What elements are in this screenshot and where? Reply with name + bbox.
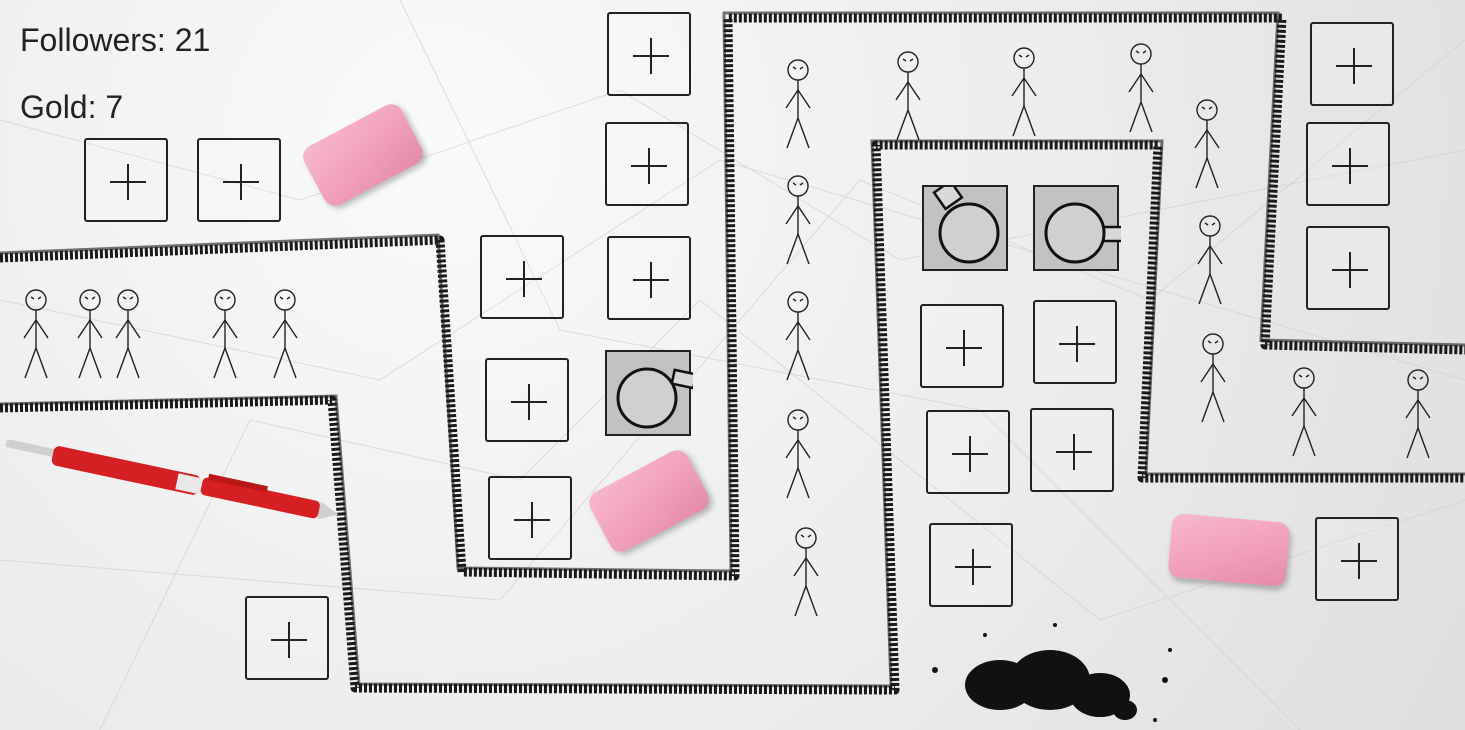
empty-tower-slot[interactable] [929, 523, 1013, 607]
empty-tower-slot[interactable] [920, 304, 1004, 388]
empty-tower-slot[interactable] [605, 122, 689, 206]
stickman-icon [1011, 47, 1037, 137]
empty-tower-slot[interactable] [1306, 226, 1390, 310]
empty-tower-slot[interactable] [480, 235, 564, 319]
coffee-mug-icon [1044, 202, 1121, 264]
stickman-icon [272, 289, 298, 379]
stickman-icon [785, 409, 811, 499]
empty-tower-slot[interactable] [607, 12, 691, 96]
stickman-icon [1128, 43, 1154, 133]
stickman-icon [1405, 369, 1431, 459]
empty-tower-slot[interactable] [1033, 300, 1117, 384]
gold-counter: Gold: 7 [20, 89, 124, 125]
stickman-icon [793, 527, 819, 617]
stickman-icon [1194, 99, 1220, 189]
empty-tower-slot[interactable] [607, 236, 691, 320]
stickman-icon [785, 59, 811, 149]
empty-tower-slot[interactable] [245, 596, 329, 680]
followers-counter: Followers: 21 [20, 22, 211, 58]
stickman-icon [1291, 367, 1317, 457]
stickman-icon [212, 289, 238, 379]
empty-tower-slot[interactable] [1310, 22, 1394, 106]
empty-tower-slot[interactable] [1306, 122, 1390, 206]
coffee-mug-icon [616, 367, 693, 429]
coffee-mug-tower[interactable] [1033, 185, 1121, 271]
empty-tower-slot[interactable] [488, 476, 572, 560]
game-board: Followers: 21 Gold: 7 [0, 0, 1465, 730]
empty-tower-slot[interactable] [926, 410, 1010, 494]
empty-tower-slot[interactable] [197, 138, 281, 222]
stickman-icon [1200, 333, 1226, 423]
stickman-icon [785, 291, 811, 381]
stickman-icon [115, 289, 141, 379]
coffee-mug-tower[interactable] [922, 185, 1008, 271]
stickman-icon [23, 289, 49, 379]
stickman-icon [895, 51, 921, 141]
stickman-icon [77, 289, 103, 379]
empty-tower-slot[interactable] [1030, 408, 1114, 492]
stickman-icon [1197, 215, 1223, 305]
coffee-mug-tower[interactable] [605, 350, 693, 436]
empty-tower-slot[interactable] [1315, 517, 1399, 601]
eraser-icon [1167, 512, 1291, 588]
empty-tower-slot[interactable] [485, 358, 569, 442]
coffee-mug-icon [932, 187, 1000, 264]
red-pen-icon [5, 440, 339, 520]
empty-tower-slot[interactable] [84, 138, 168, 222]
ink-splat-icon [932, 623, 1172, 722]
stickman-icon [785, 175, 811, 265]
